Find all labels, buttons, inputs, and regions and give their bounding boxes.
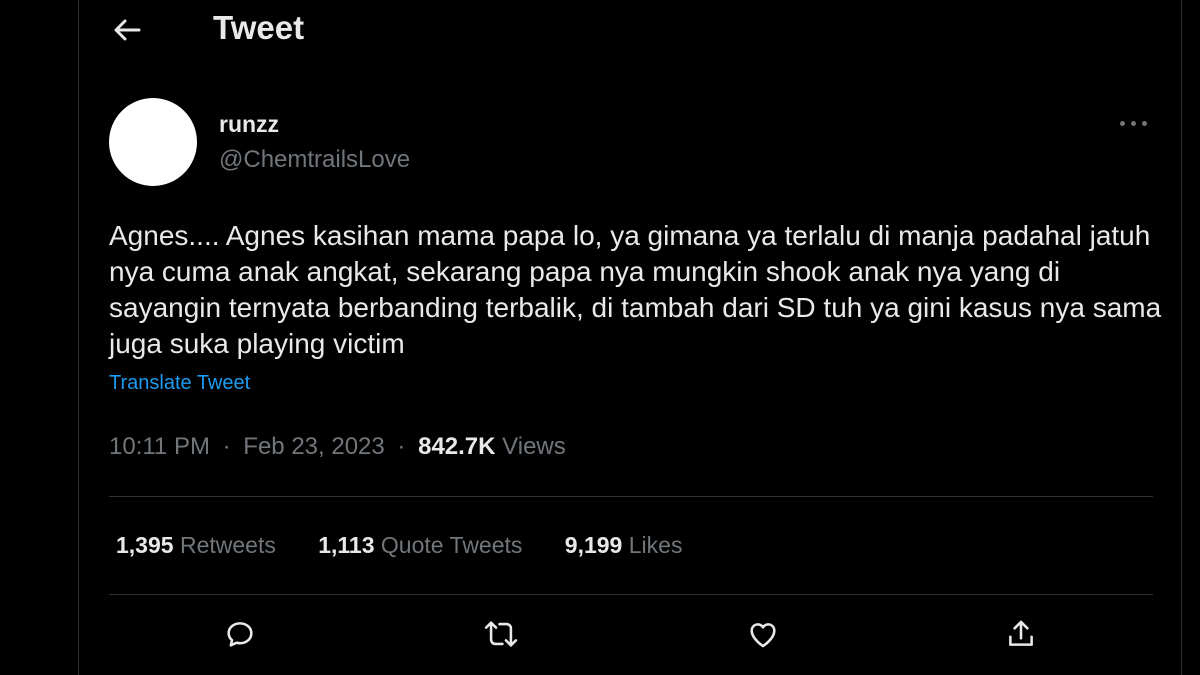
views-count: 842.7K xyxy=(418,433,496,460)
tweet-time[interactable]: 10:11 PM xyxy=(109,433,210,460)
quote-tweets-stat[interactable]: 1,113 Quote Tweets xyxy=(318,532,522,559)
avatar[interactable] xyxy=(109,98,197,186)
retweet-icon xyxy=(484,621,518,647)
meta-separator: · xyxy=(222,433,231,460)
more-dot-icon xyxy=(1141,120,1147,126)
retweets-label: Retweets xyxy=(179,532,276,558)
author-display-name[interactable]: runzz xyxy=(219,111,279,138)
tweet-stats: 1,395 Retweets 1,113 Quote Tweets 9,199 … xyxy=(116,532,718,559)
likes-count: 9,199 xyxy=(564,532,623,558)
tweet-column: Tweet runzz @ChemtrailsLove Agnes.... Ag… xyxy=(78,0,1182,675)
tweet-date[interactable]: Feb 23, 2023 xyxy=(243,433,384,460)
reply-icon xyxy=(227,622,253,647)
retweets-stat[interactable]: 1,395 Retweets xyxy=(116,532,276,559)
action-bar xyxy=(79,612,1181,662)
more-dot-icon xyxy=(1119,120,1125,126)
like-icon xyxy=(750,623,776,648)
retweet-button[interactable] xyxy=(479,612,523,656)
page-title: Tweet xyxy=(213,9,305,46)
header: Tweet xyxy=(79,0,1181,60)
likes-label: Likes xyxy=(628,532,683,558)
views-label: Views xyxy=(502,433,566,460)
divider xyxy=(109,496,1153,497)
author-handle[interactable]: @ChemtrailsLove xyxy=(219,146,410,174)
quote-tweets-label: Quote Tweets xyxy=(380,532,523,558)
divider xyxy=(109,594,1153,595)
share-button[interactable] xyxy=(999,612,1043,656)
meta-separator: · xyxy=(397,433,406,460)
back-button[interactable] xyxy=(109,12,145,48)
share-icon xyxy=(1009,620,1033,646)
likes-stat[interactable]: 9,199 Likes xyxy=(565,532,683,559)
tweet-meta: 10:11 PM · Feb 23, 2023 · 842.7K Views xyxy=(109,433,566,461)
reply-button[interactable] xyxy=(218,612,262,656)
more-options-button[interactable] xyxy=(1109,108,1157,138)
quote-tweets-count: 1,113 xyxy=(318,532,375,558)
more-dot-icon xyxy=(1130,120,1136,126)
translate-tweet-link[interactable]: Translate Tweet xyxy=(109,372,250,395)
retweets-count: 1,395 xyxy=(116,532,174,558)
like-button[interactable] xyxy=(741,612,785,656)
arrow-left-icon xyxy=(114,19,141,41)
tweet-text: Agnes.... Agnes kasihan mama papa lo, ya… xyxy=(109,220,1162,359)
